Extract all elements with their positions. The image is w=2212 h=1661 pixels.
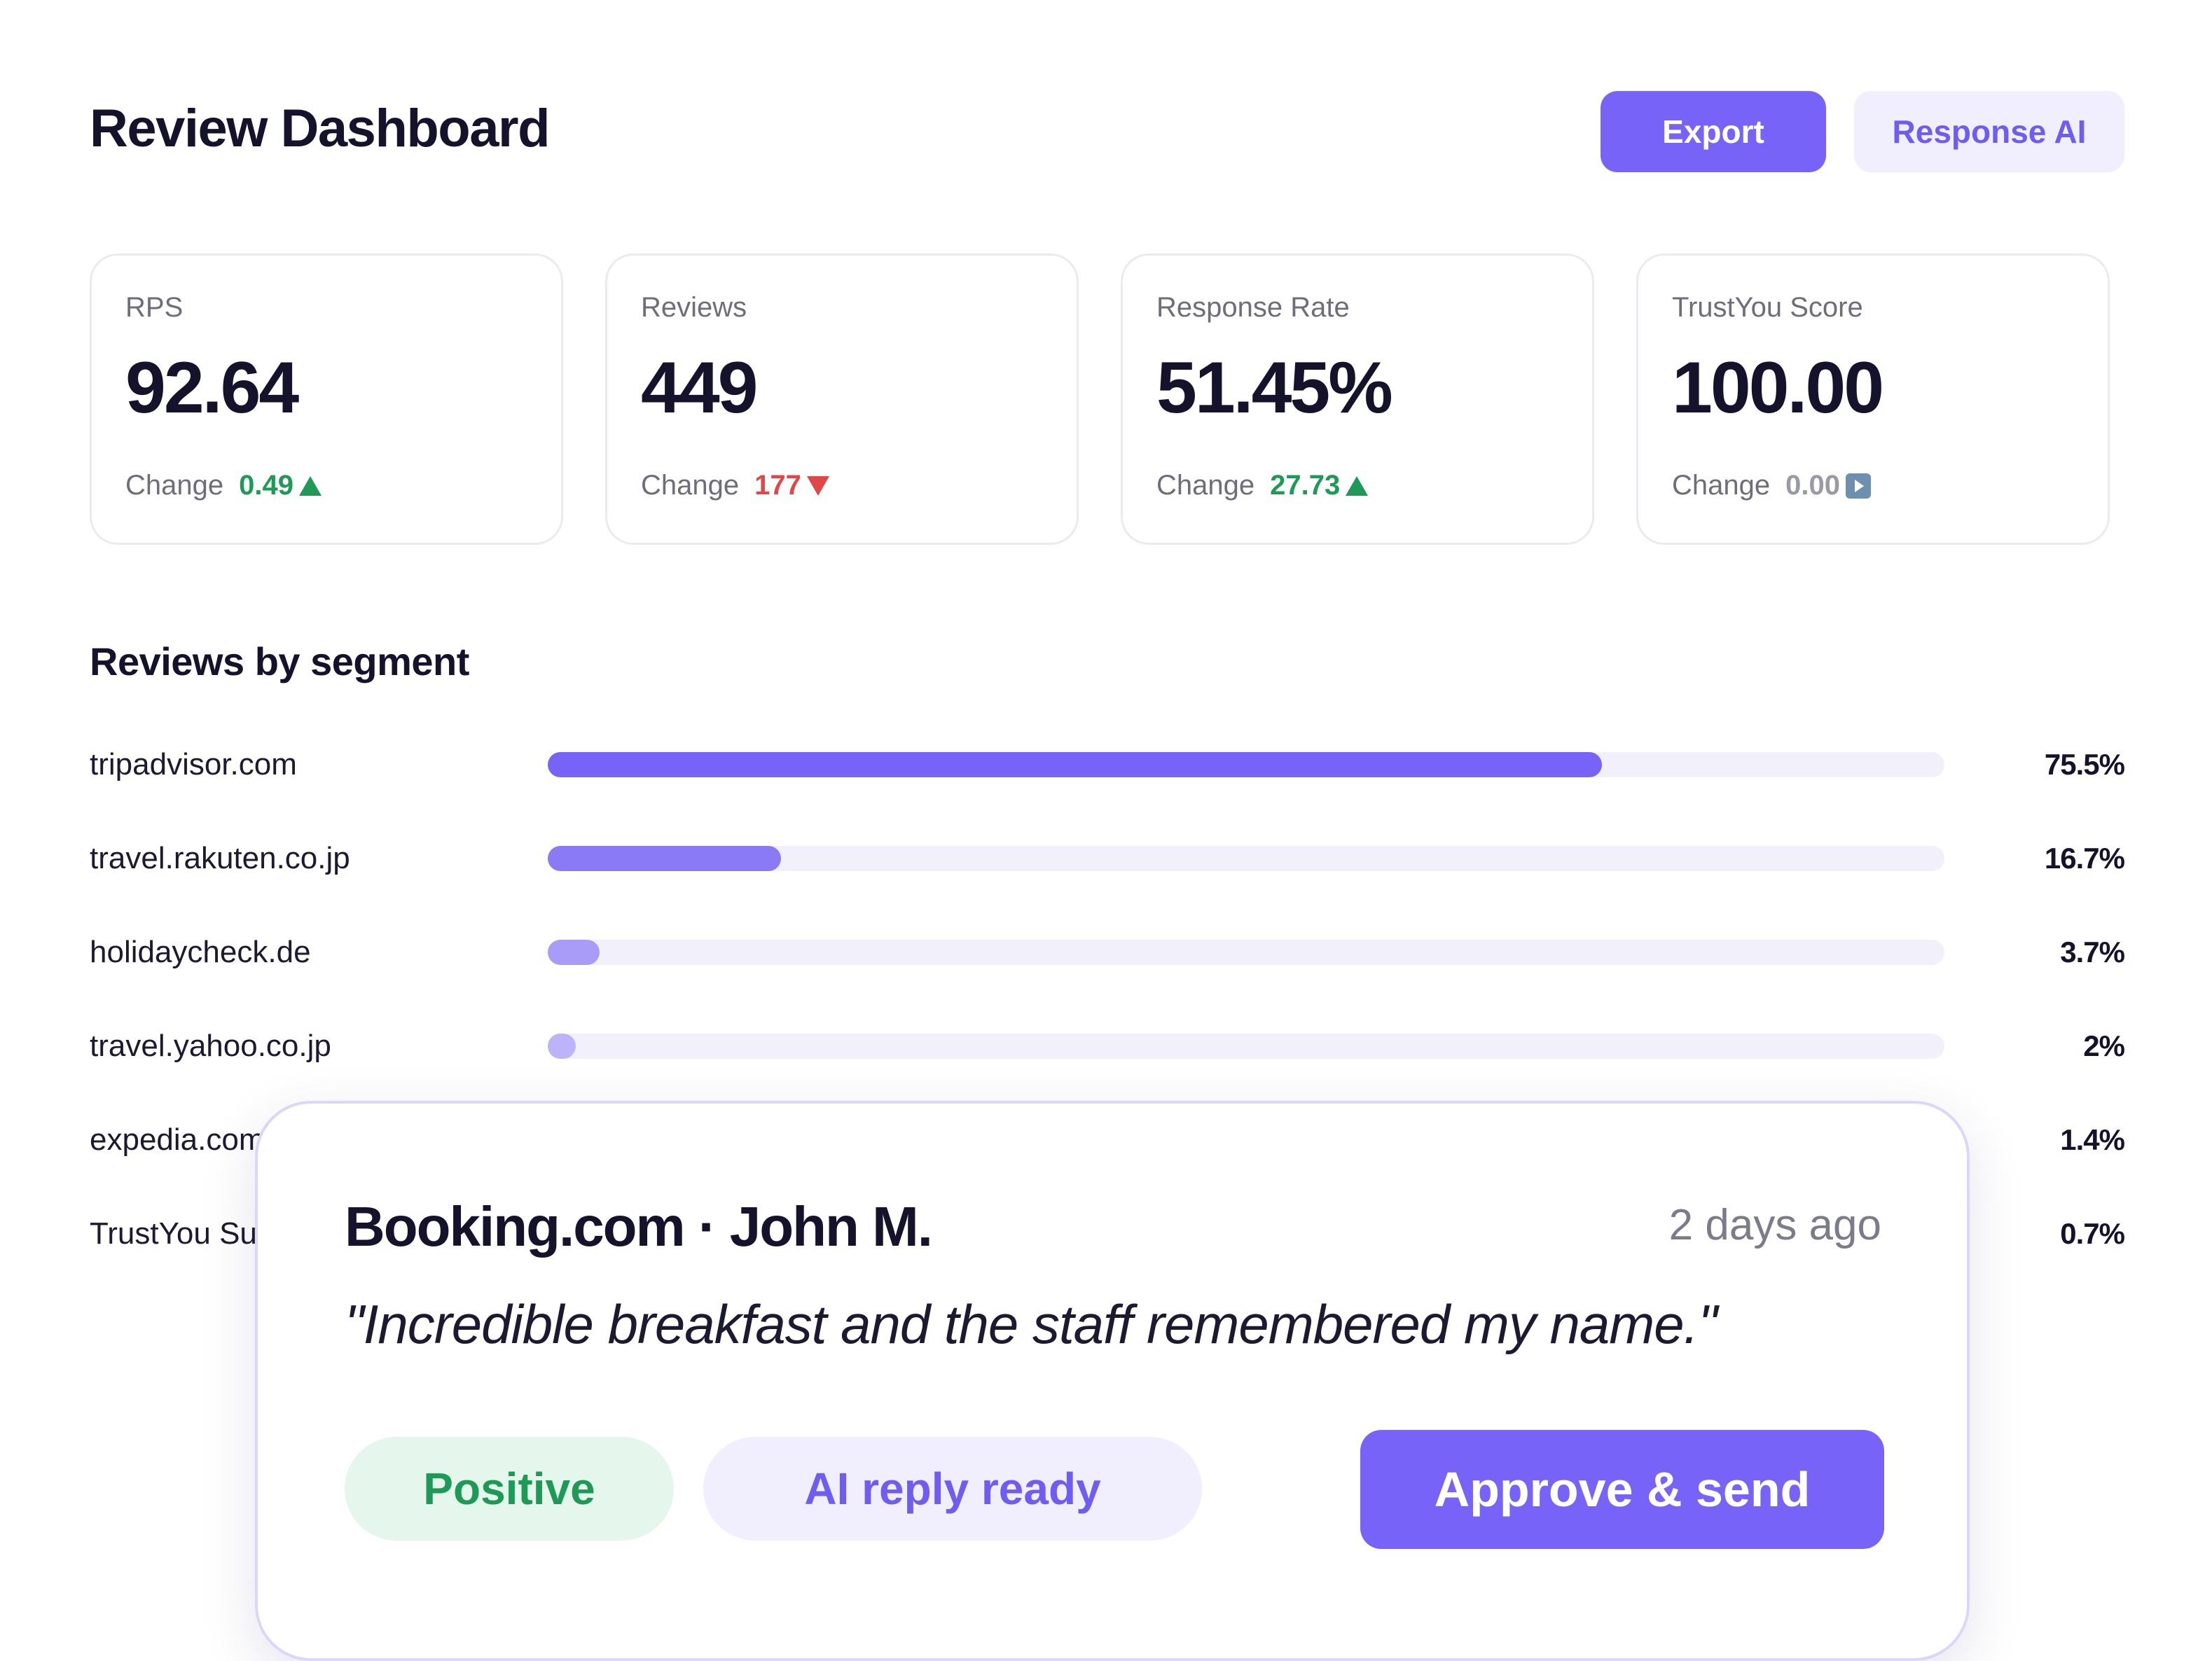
review-timestamp: 2 days ago xyxy=(1668,1201,1881,1249)
segment-bar-fill xyxy=(548,940,600,965)
kpi-value: 449 xyxy=(641,347,759,429)
review-card: Booking.com · John M. 2 days ago "Incred… xyxy=(255,1101,1970,1661)
play-box-icon xyxy=(1845,473,1871,499)
section-title: Reviews by segment xyxy=(90,639,469,683)
kpi-change-label: Change xyxy=(125,470,224,501)
kpi-label: Reviews xyxy=(641,292,747,323)
kpi-value: 51.45% xyxy=(1156,347,1393,429)
sentiment-badge: Positive xyxy=(345,1437,674,1541)
kpi-label: TrustYou Score xyxy=(1672,292,1863,323)
triangle-up-icon xyxy=(298,475,322,496)
segment-label: expedia.com xyxy=(90,1123,265,1157)
triangle-down-icon xyxy=(806,475,829,496)
segment-bar-track xyxy=(548,752,1944,777)
kpi-change: Change 177 xyxy=(641,470,829,501)
kpi-card-response-rate: Response Rate 51.45% Change 27.73 xyxy=(1121,253,1594,545)
kpi-change: Change 27.73 xyxy=(1156,470,1369,501)
segment-row: holidaycheck.de 3.7% xyxy=(0,924,2212,980)
segment-label: tripadvisor.com xyxy=(90,747,297,781)
review-source: Booking.com · John M. xyxy=(345,1195,933,1258)
kpi-change-label: Change xyxy=(641,470,740,501)
kpi-change-value: 177 xyxy=(754,470,801,501)
response-ai-button[interactable]: Response AI xyxy=(1854,91,2124,172)
segment-bar-fill xyxy=(548,752,1603,777)
segment-label: travel.rakuten.co.jp xyxy=(90,841,350,875)
segment-value: 2% xyxy=(2083,1029,2125,1062)
triangle-up-icon xyxy=(1346,475,1369,496)
kpi-change-value: 0.00 xyxy=(1785,470,1840,501)
approve-send-button[interactable]: Approve & send xyxy=(1360,1430,1884,1549)
segment-row: travel.yahoo.co.jp 2% xyxy=(0,1018,2212,1074)
kpi-change-label: Change xyxy=(1672,470,1771,501)
kpi-card-rps: RPS 92.64 Change 0.49 xyxy=(90,253,563,545)
segment-label: holidaycheck.de xyxy=(90,935,311,969)
segment-label: travel.yahoo.co.jp xyxy=(90,1029,331,1063)
kpi-change-value: 0.49 xyxy=(239,470,293,501)
segment-bar-track xyxy=(548,1034,1944,1059)
segment-row: travel.rakuten.co.jp 16.7% xyxy=(0,830,2212,887)
kpi-change-label: Change xyxy=(1156,470,1255,501)
ai-reply-status-badge: AI reply ready xyxy=(703,1437,1202,1541)
review-dashboard: Review Dashboard Export Response AI RPS … xyxy=(0,0,2212,1661)
segment-bar-track xyxy=(548,940,1944,965)
kpi-change-value: 27.73 xyxy=(1270,470,1341,501)
kpi-value: 100.00 xyxy=(1672,347,1884,429)
kpi-value: 92.64 xyxy=(125,347,299,429)
segment-value: 1.4% xyxy=(2060,1123,2125,1156)
kpi-label: Response Rate xyxy=(1156,292,1350,323)
kpi-card-trustyou-score: TrustYou Score 100.00 Change 0.00 xyxy=(1636,253,2110,545)
export-button[interactable]: Export xyxy=(1601,91,1826,172)
review-quote: "Incredible breakfast and the staff reme… xyxy=(345,1293,1717,1355)
segment-bar-fill xyxy=(548,846,781,871)
segment-value: 16.7% xyxy=(2044,842,2125,875)
kpi-change: Change 0.00 xyxy=(1672,470,1871,501)
segment-bar-fill xyxy=(548,1034,576,1059)
segment-value: 3.7% xyxy=(2060,936,2125,968)
page-title: Review Dashboard xyxy=(90,99,551,158)
kpi-card-reviews: Reviews 449 Change 177 xyxy=(605,253,1079,545)
segment-bar-track xyxy=(548,846,1944,871)
segment-value: 0.7% xyxy=(2060,1217,2125,1250)
kpi-change: Change 0.49 xyxy=(125,470,322,501)
kpi-label: RPS xyxy=(125,292,184,323)
segment-row: tripadvisor.com 75.5% xyxy=(0,737,2212,793)
segment-value: 75.5% xyxy=(2044,748,2125,781)
